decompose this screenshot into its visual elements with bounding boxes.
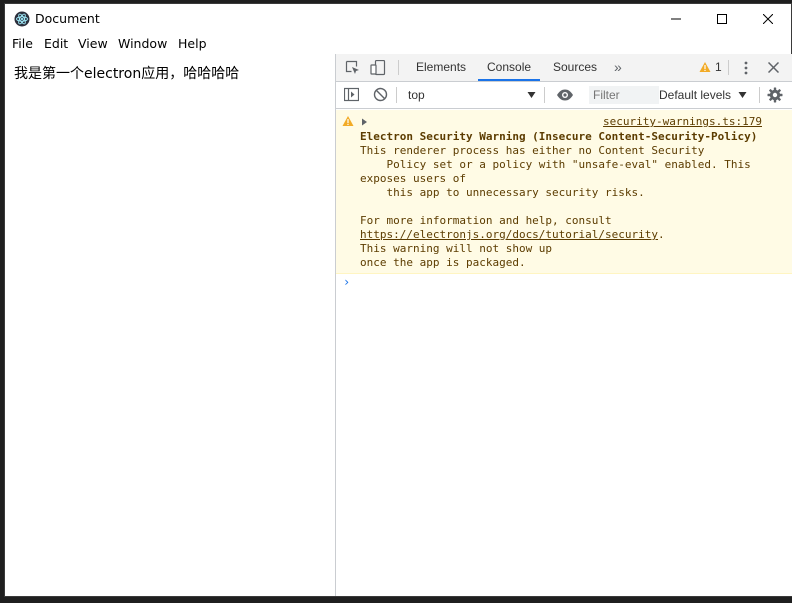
page-heading-text: 我是第一个electron应用，哈哈哈哈 (14, 66, 240, 82)
window-title: Document (35, 11, 100, 26)
console-toolbar: top Default levels (336, 82, 792, 109)
warning-count: 1 (715, 60, 722, 74)
dropdown-arrow-icon (527, 91, 536, 99)
tab-sources[interactable]: Sources (553, 54, 597, 81)
toolbar-divider (396, 87, 397, 103)
menu-window[interactable]: Window (118, 36, 167, 52)
warning-line: once the app is packaged. (360, 256, 526, 269)
warning-icon (342, 115, 354, 127)
live-expression-eye-icon[interactable] (556, 88, 574, 102)
more-tabs-button[interactable]: » (614, 54, 622, 81)
log-levels-label: Default levels (659, 88, 732, 102)
console-sidebar-toggle-icon[interactable] (344, 87, 359, 102)
source-link[interactable]: security-warnings.ts:179 (603, 115, 762, 129)
warning-text: Electron Security Warning (Insecure Cont… (360, 130, 757, 270)
menu-file[interactable]: File (12, 36, 33, 52)
maximize-icon (717, 14, 727, 24)
close-button[interactable] (745, 4, 791, 34)
devtools-tabbar: Elements Console Sources » 1 (336, 54, 792, 82)
console-settings-gear-icon[interactable] (767, 87, 783, 103)
warning-line: This warning will not show up (360, 242, 553, 255)
console-warning-message: security-warnings.ts:179 Electron Securi… (336, 110, 792, 274)
tab-elements[interactable]: Elements (416, 54, 466, 81)
menu-view[interactable]: View (78, 36, 108, 52)
warning-title: Electron Security Warning (Insecure Cont… (360, 130, 758, 143)
devtools-panel: Elements Console Sources » 1 top Filter … (335, 54, 792, 596)
minimize-icon (671, 14, 681, 24)
toolbar-divider (398, 60, 399, 75)
menu-bar: File Edit View Window Help (5, 34, 791, 54)
warning-line: This renderer process has either no Cont… (360, 144, 705, 157)
kebab-menu-icon[interactable] (740, 60, 752, 76)
close-icon (763, 14, 773, 24)
warning-line: For more information and help, consult (360, 214, 612, 227)
warning-line: Policy set or a policy with "unsafe-eval… (360, 158, 751, 171)
link-suffix: . (658, 228, 665, 241)
close-devtools-icon[interactable] (768, 62, 779, 73)
warning-line: exposes users of (360, 172, 466, 185)
menu-edit[interactable]: Edit (44, 36, 68, 52)
filter-input[interactable] (589, 86, 659, 104)
menu-help[interactable]: Help (178, 36, 207, 52)
tab-console[interactable]: Console (478, 54, 541, 81)
security-docs-link[interactable]: https://electronjs.org/docs/tutorial/sec… (360, 228, 658, 241)
inspect-element-icon[interactable] (345, 60, 361, 76)
toolbar-divider (544, 87, 545, 103)
context-select[interactable]: top (402, 86, 536, 104)
toolbar-divider (728, 60, 729, 75)
minimize-button[interactable] (653, 4, 699, 34)
title-bar[interactable]: Document (5, 4, 791, 34)
app-window: Document File Edit View Window Help 我是第一… (5, 4, 792, 596)
warning-link-line: https://electronjs.org/docs/tutorial/sec… (360, 228, 757, 242)
log-levels-dropdown[interactable]: Default levels (659, 86, 747, 104)
dropdown-arrow-icon (738, 91, 747, 99)
maximize-button[interactable] (699, 4, 745, 34)
device-toolbar-icon[interactable] (370, 60, 386, 76)
warning-blank-line (360, 200, 757, 214)
page-content: 我是第一个electron应用，哈哈哈哈 (5, 54, 335, 596)
toolbar-divider (759, 87, 760, 103)
expand-triangle-icon[interactable] (361, 118, 368, 126)
console-prompt[interactable]: › (343, 275, 350, 289)
warning-icon (699, 61, 711, 73)
context-value: top (408, 88, 425, 102)
clear-console-icon[interactable] (373, 87, 388, 102)
electron-logo-icon (14, 11, 30, 27)
warning-line: this app to unnecessary security risks. (360, 186, 645, 199)
warning-counter[interactable]: 1 (699, 60, 722, 74)
